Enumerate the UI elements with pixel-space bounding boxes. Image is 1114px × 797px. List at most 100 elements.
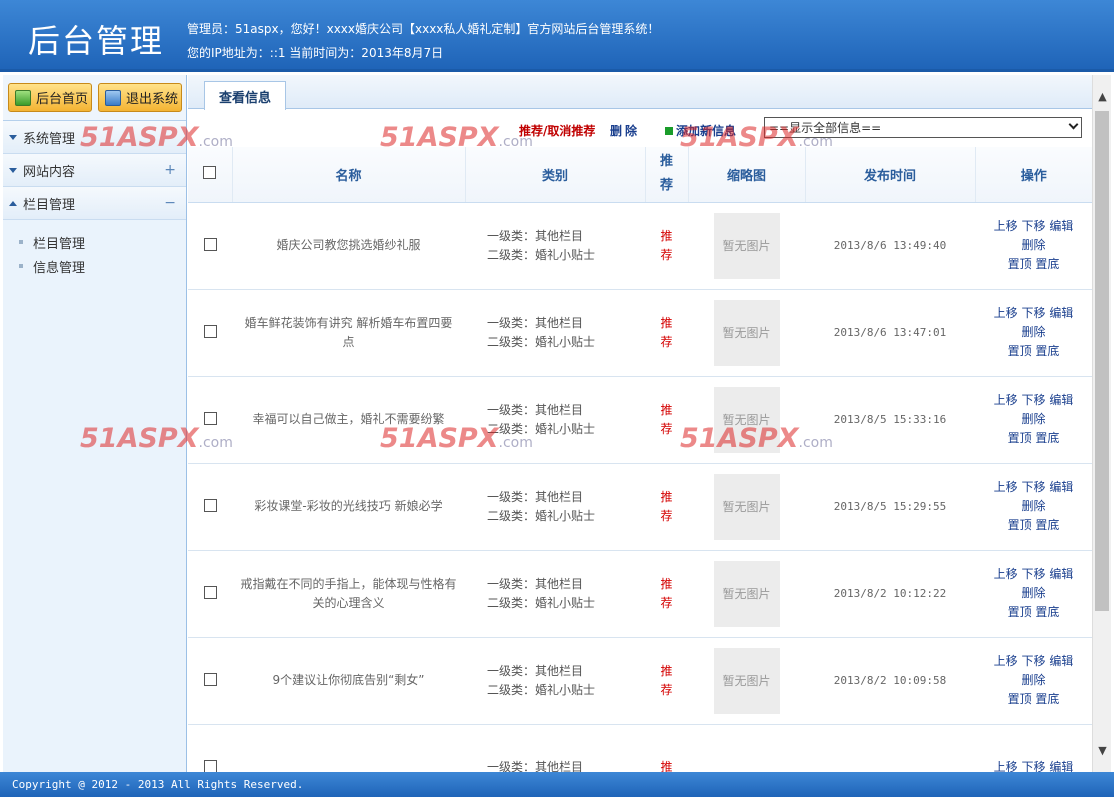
pin-bottom-link[interactable]: 置底 xyxy=(1035,692,1059,706)
row-checkbox[interactable] xyxy=(203,411,217,425)
row-checkbox[interactable] xyxy=(203,498,217,512)
sub-menu-list: 栏目管理 信息管理 xyxy=(3,220,186,278)
row-ops: 上移 下移 编辑 删除置顶 置底 xyxy=(975,202,1092,290)
row-ops: 上移 下移 编辑 删除置顶 置底 xyxy=(975,550,1092,638)
pin-bottom-link[interactable]: 置底 xyxy=(1035,257,1059,271)
bullet-icon xyxy=(19,264,23,268)
row-recommend-char-1: 推 xyxy=(660,576,673,591)
pin-bottom-link[interactable]: 置底 xyxy=(1035,431,1059,445)
pin-top-link[interactable]: 置顶 xyxy=(1008,431,1032,445)
sidebar-item-info-manage[interactable]: 信息管理 xyxy=(19,254,186,278)
row-name[interactable]: 婚车鲜花装饰有讲究 解析婚车布置四要点 xyxy=(232,289,465,377)
move-down-link[interactable]: 下移 xyxy=(1021,654,1045,668)
row-checkbox[interactable] xyxy=(203,237,217,251)
menu-site-content[interactable]: 网站内容 + xyxy=(3,154,186,187)
copyright-text: Copyright @ 2012 - 2013 All Rights Reser… xyxy=(12,778,304,791)
plus-icon[interactable]: + xyxy=(164,162,176,178)
menu-system-label: 系统管理 xyxy=(23,131,76,147)
row-recommend[interactable]: 推荐 xyxy=(645,289,688,377)
row-category-level2: 二级类：婚礼小贴士 xyxy=(487,595,596,610)
pin-top-link[interactable]: 置顶 xyxy=(1008,692,1032,706)
row-recommend[interactable]: 推荐 xyxy=(645,202,688,290)
row-recommend[interactable]: 推荐 xyxy=(645,463,688,551)
menu-column[interactable]: 栏目管理 − xyxy=(3,187,186,220)
home-up-arrow-icon xyxy=(15,89,31,106)
menu-column-label: 栏目管理 xyxy=(23,197,76,213)
row-checkbox[interactable] xyxy=(203,672,217,686)
delete-row-link[interactable]: 删除 xyxy=(1021,238,1045,252)
row-time: 2013/8/5 15:29:55 xyxy=(805,463,975,551)
footer: Copyright @ 2012 - 2013 All Rights Reser… xyxy=(0,772,1114,797)
move-up-link[interactable]: 上移 xyxy=(994,306,1018,320)
add-info-link[interactable]: 添加新信息 xyxy=(665,122,736,139)
edit-link[interactable]: 编辑 xyxy=(1049,306,1073,320)
move-up-link[interactable]: 上移 xyxy=(994,480,1018,494)
tab-view-info[interactable]: 查看信息 xyxy=(204,81,286,110)
row-name[interactable]: 幸福可以自己做主，婚礼不需要纷繁 xyxy=(232,376,465,464)
delete-row-link[interactable]: 删除 xyxy=(1021,673,1045,687)
row-category-level2: 二级类：婚礼小贴士 xyxy=(487,334,596,349)
row-recommend-char-2: 荐 xyxy=(660,334,673,349)
table-row: 婚庆公司教您挑选婚纱礼服 一级类：其他栏目 二级类：婚礼小贴士推荐暂无图片 2013/… xyxy=(188,202,1092,290)
pin-bottom-link[interactable]: 置底 xyxy=(1035,518,1059,532)
edit-link[interactable]: 编辑 xyxy=(1049,393,1073,407)
row-recommend[interactable]: 推荐 xyxy=(645,550,688,638)
scroll-down-arrow-icon[interactable]: ▼ xyxy=(1093,741,1112,760)
edit-link[interactable]: 编辑 xyxy=(1049,567,1073,581)
row-name[interactable]: 9个建议让你彻底告别“剩女” xyxy=(232,637,465,725)
move-down-link[interactable]: 下移 xyxy=(1021,219,1045,233)
filter-select[interactable]: ==显示全部信息== xyxy=(764,117,1082,138)
delete-link[interactable]: 删除 xyxy=(610,122,640,139)
exit-button[interactable]: 退出系统 xyxy=(98,83,182,112)
move-down-link[interactable]: 下移 xyxy=(1021,306,1045,320)
move-up-link[interactable]: 上移 xyxy=(994,654,1018,668)
row-checkbox[interactable] xyxy=(203,324,217,338)
menu-system[interactable]: 系统管理 xyxy=(3,121,186,154)
row-checkbox[interactable] xyxy=(203,585,217,599)
row-thumbnail: 暂无图片 xyxy=(713,299,780,366)
table-row: 幸福可以自己做主，婚礼不需要纷繁 一级类：其他栏目 二级类：婚礼小贴士推荐暂无图片 2… xyxy=(188,376,1092,464)
column-header-thumb: 缩略图 xyxy=(688,147,806,203)
move-down-link[interactable]: 下移 xyxy=(1021,393,1045,407)
recommend-toggle-link[interactable]: 推荐/取消推荐 xyxy=(519,122,595,139)
row-name[interactable]: 彩妆课堂-彩妆的光线技巧 新娘必学 xyxy=(232,463,465,551)
move-down-link[interactable]: 下移 xyxy=(1021,480,1045,494)
exit-button-label: 退出系统 xyxy=(126,92,179,107)
row-name[interactable]: 戒指戴在不同的手指上，能体现与性格有关的心理含义 xyxy=(232,550,465,638)
row-checkbox[interactable] xyxy=(203,759,217,773)
minus-icon[interactable]: − xyxy=(164,195,176,211)
delete-row-link[interactable]: 删除 xyxy=(1021,325,1045,339)
delete-row-link[interactable]: 删除 xyxy=(1021,586,1045,600)
scroll-up-arrow-icon[interactable]: ▲ xyxy=(1093,87,1112,106)
move-up-link[interactable]: 上移 xyxy=(994,393,1018,407)
row-time: 2013/8/5 15:33:16 xyxy=(805,376,975,464)
pin-top-link[interactable]: 置顶 xyxy=(1008,605,1032,619)
vertical-scrollbar[interactable]: ▲ ▼ xyxy=(1092,75,1111,772)
row-recommend[interactable]: 推荐 xyxy=(645,376,688,464)
pin-top-link[interactable]: 置顶 xyxy=(1008,518,1032,532)
pin-bottom-link[interactable]: 置底 xyxy=(1035,344,1059,358)
row-category: 一级类：其他栏目 二级类：婚礼小贴士 xyxy=(465,376,645,464)
edit-link[interactable]: 编辑 xyxy=(1049,219,1073,233)
scrollbar-thumb[interactable] xyxy=(1095,111,1109,611)
pin-top-link[interactable]: 置顶 xyxy=(1008,344,1032,358)
home-button[interactable]: 后台首页 xyxy=(8,83,92,112)
delete-row-link[interactable]: 删除 xyxy=(1021,412,1045,426)
row-recommend[interactable]: 推荐 xyxy=(645,637,688,725)
welcome-text: 管理员：51aspx，您好！xxxx婚庆公司【xxxx私人婚礼定制】官方网站后台… xyxy=(187,22,660,36)
sidebar-item-column-manage[interactable]: 栏目管理 xyxy=(19,230,186,254)
tab-bar: 查看信息 xyxy=(188,75,1092,110)
edit-link[interactable]: 编辑 xyxy=(1049,654,1073,668)
pin-bottom-link[interactable]: 置底 xyxy=(1035,605,1059,619)
move-up-link[interactable]: 上移 xyxy=(994,567,1018,581)
row-thumbnail: 暂无图片 xyxy=(713,647,780,714)
row-recommend-char-1: 推 xyxy=(660,228,673,243)
move-down-link[interactable]: 下移 xyxy=(1021,567,1045,581)
pin-top-link[interactable]: 置顶 xyxy=(1008,257,1032,271)
edit-link[interactable]: 编辑 xyxy=(1049,480,1073,494)
select-all-checkbox[interactable] xyxy=(203,165,217,179)
row-recommend-char-2: 荐 xyxy=(660,247,673,262)
move-up-link[interactable]: 上移 xyxy=(994,219,1018,233)
delete-row-link[interactable]: 删除 xyxy=(1021,499,1045,513)
row-name[interactable]: 婚庆公司教您挑选婚纱礼服 xyxy=(232,202,465,290)
